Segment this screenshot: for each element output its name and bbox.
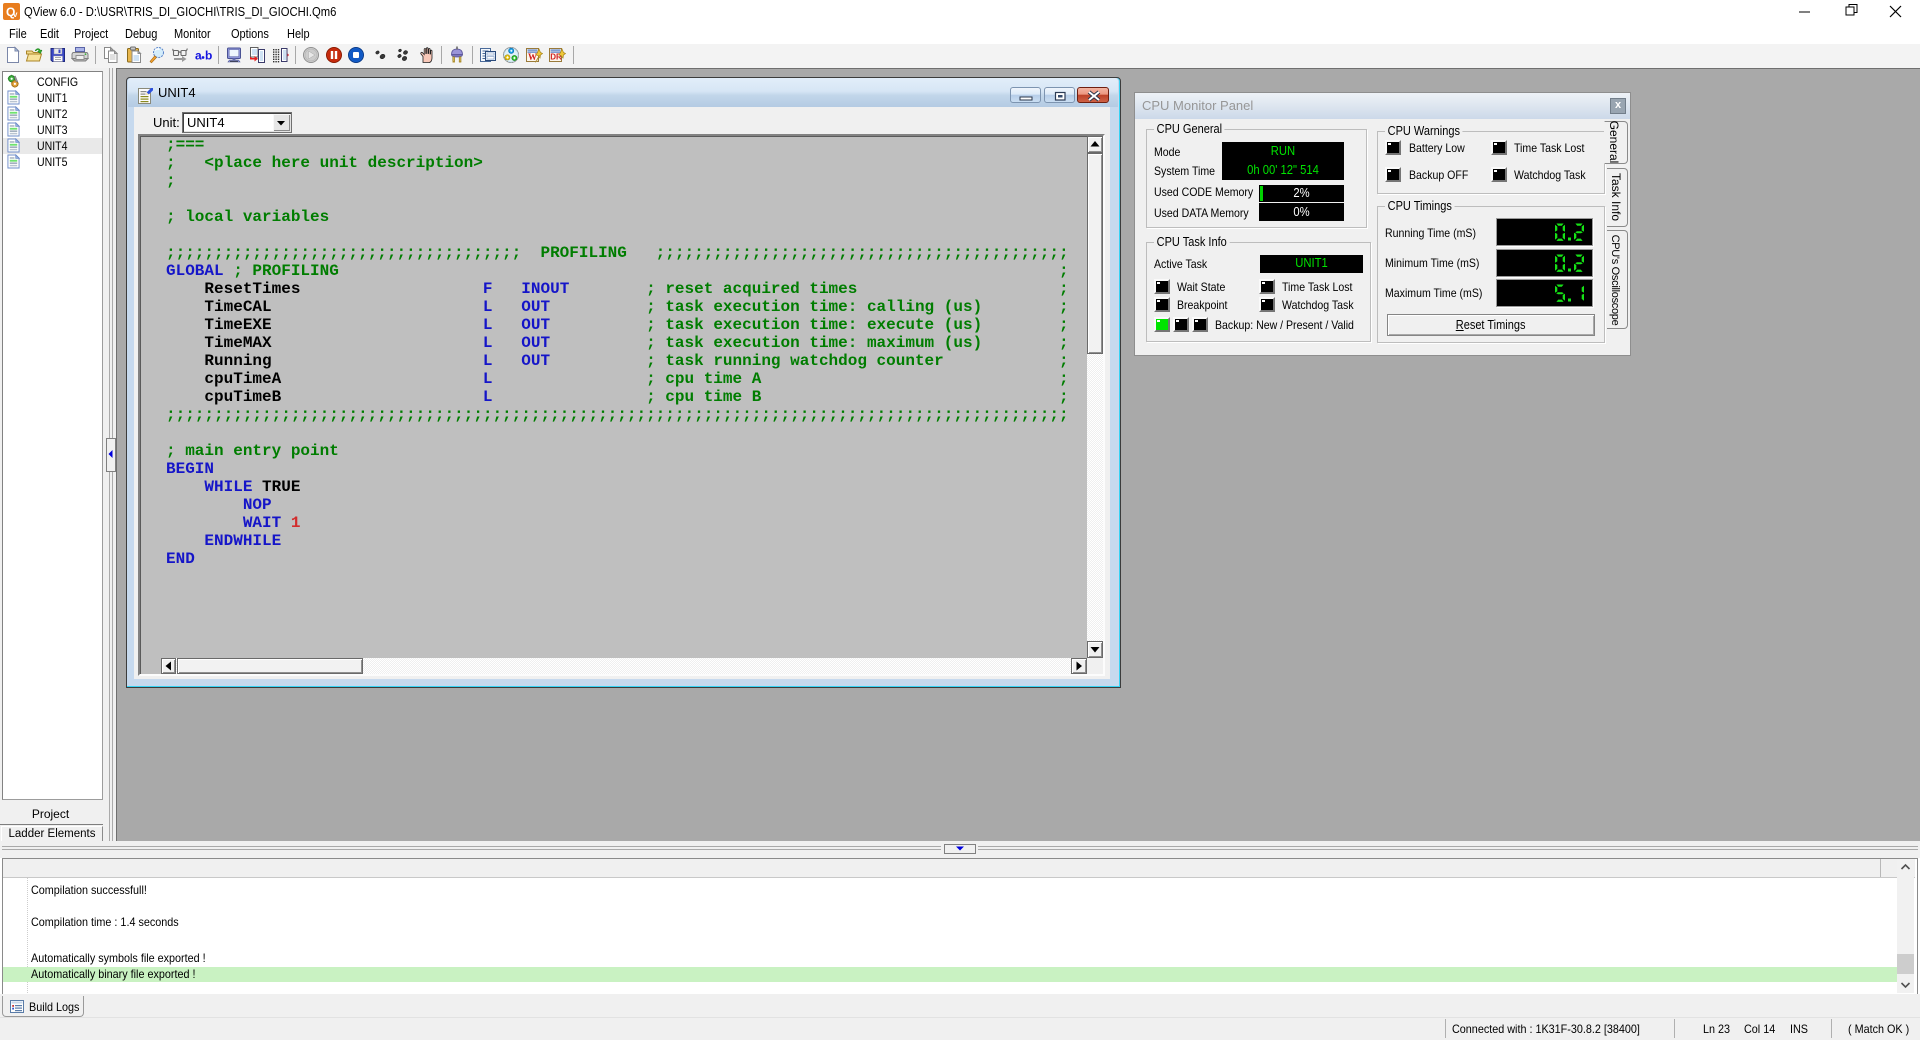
svg-text:v: v	[13, 10, 18, 19]
svg-text:a: a	[195, 49, 202, 63]
svg-text:b: b	[205, 49, 212, 63]
svg-text:W: W	[528, 52, 537, 62]
